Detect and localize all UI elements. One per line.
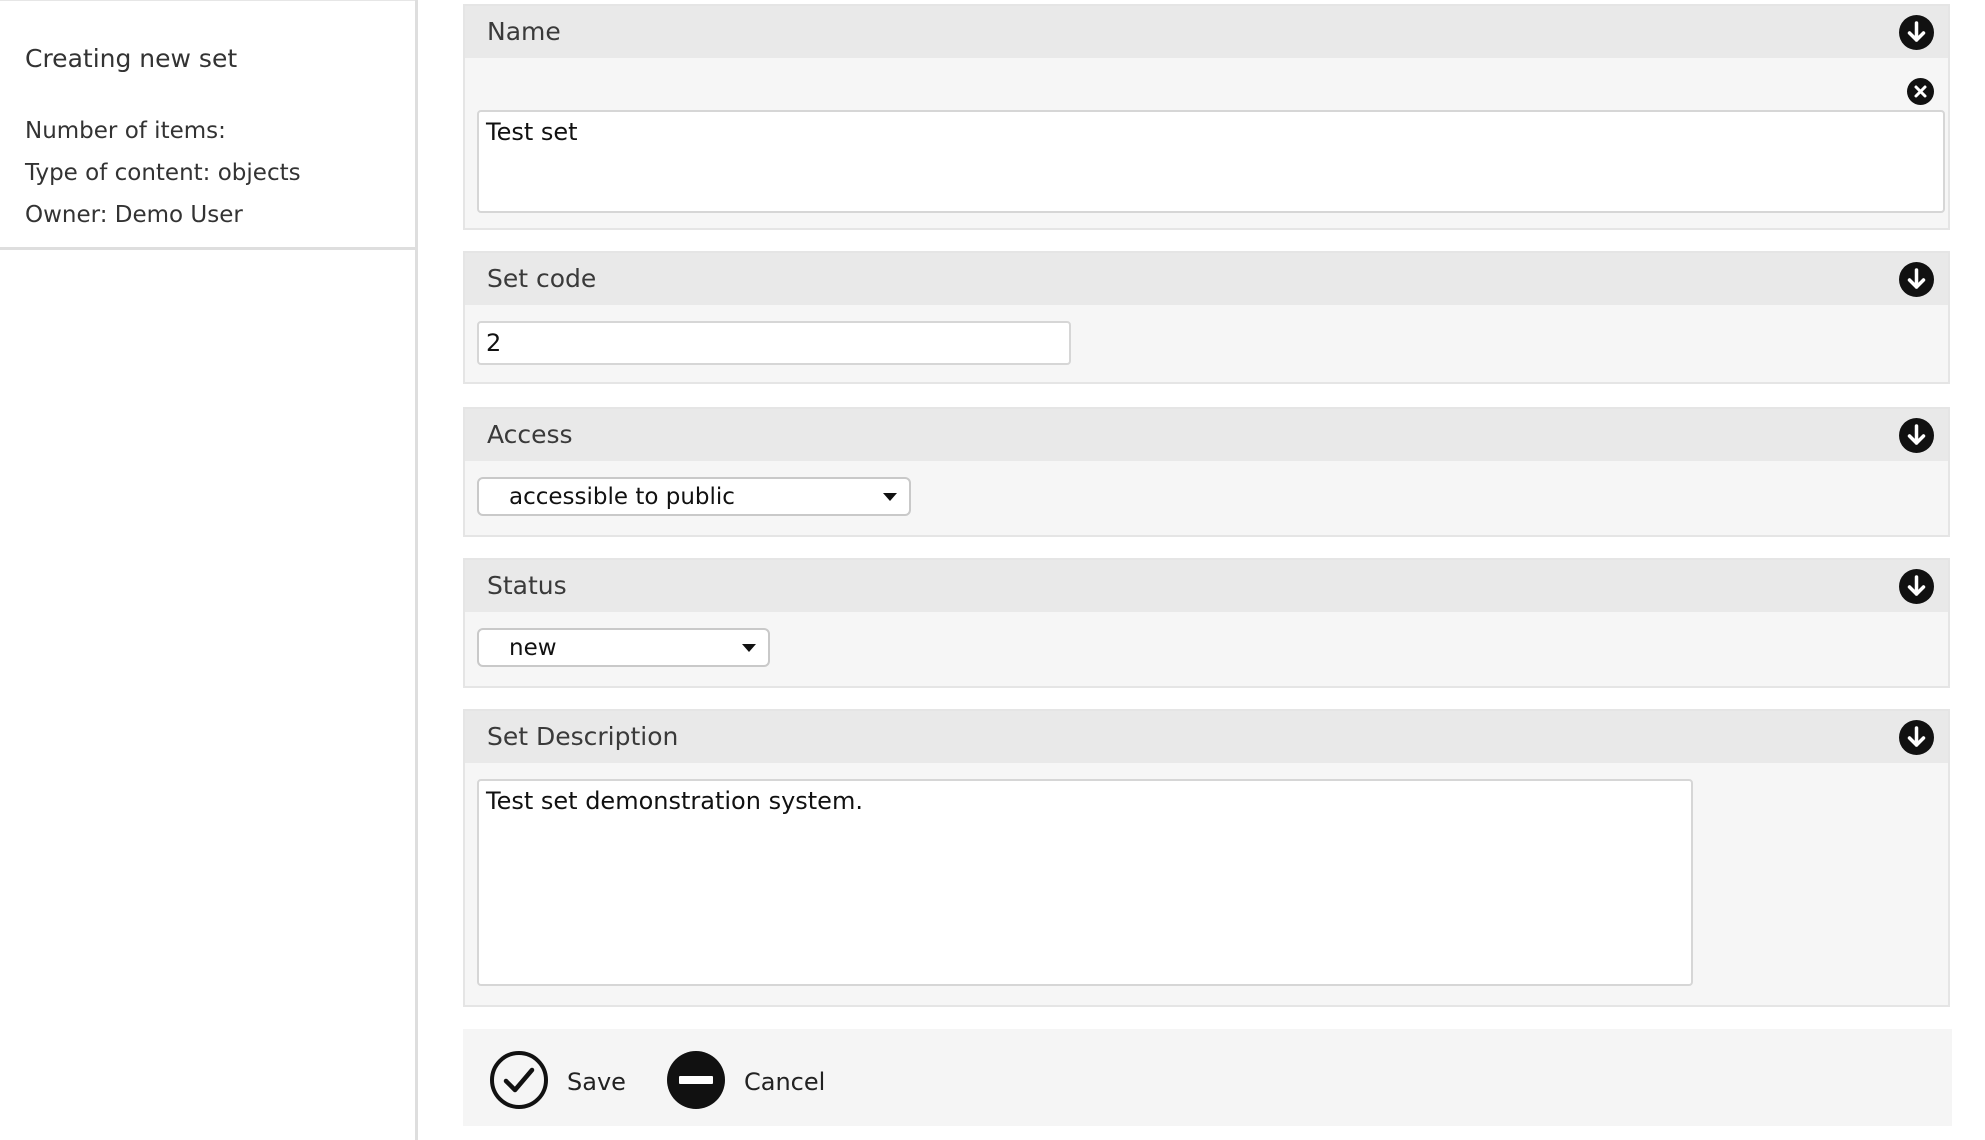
name-label: Name bbox=[487, 17, 561, 46]
access-label: Access bbox=[487, 420, 573, 449]
set-code-label: Set code bbox=[487, 264, 597, 293]
set-description-input[interactable]: Test set demonstration system. bbox=[477, 779, 1693, 986]
sidebar: Creating new set Number of items: Type o… bbox=[0, 0, 418, 1140]
arrow-down-circle-icon[interactable] bbox=[1899, 569, 1934, 604]
status-label: Status bbox=[487, 571, 567, 600]
close-circle-icon[interactable] bbox=[1907, 78, 1934, 105]
arrow-down-circle-icon[interactable] bbox=[1899, 418, 1934, 453]
check-circle-icon bbox=[490, 1051, 548, 1109]
set-code-input[interactable] bbox=[477, 321, 1071, 365]
cancel-button[interactable]: Cancel bbox=[666, 1050, 826, 1110]
save-button[interactable]: Save bbox=[489, 1050, 626, 1110]
access-select[interactable]: accessible to public bbox=[477, 477, 911, 516]
owner: Owner: Demo User bbox=[25, 202, 243, 228]
type-of-content: Type of content: objects bbox=[25, 160, 301, 186]
minus-circle-icon bbox=[667, 1051, 725, 1109]
cancel-label: Cancel bbox=[744, 1068, 826, 1096]
access-panel: Access accessible to public bbox=[463, 407, 1950, 537]
set-code-panel: Set code bbox=[463, 251, 1950, 384]
arrow-down-circle-icon[interactable] bbox=[1899, 15, 1934, 50]
name-input[interactable]: Test set bbox=[477, 110, 1945, 213]
access-selected-value: accessible to public bbox=[509, 484, 735, 510]
status-select[interactable]: new bbox=[477, 628, 770, 667]
arrow-down-circle-icon[interactable] bbox=[1899, 262, 1934, 297]
status-panel: Status new bbox=[463, 558, 1950, 688]
caret-down-icon bbox=[883, 493, 897, 501]
number-of-items: Number of items: bbox=[25, 118, 226, 144]
set-description-panel-header: Set Description bbox=[465, 711, 1948, 763]
arrow-down-circle-icon[interactable] bbox=[1899, 720, 1934, 755]
caret-down-icon bbox=[742, 644, 756, 652]
status-selected-value: new bbox=[509, 635, 557, 661]
name-panel: Name Test set bbox=[463, 4, 1950, 230]
set-description-panel: Set Description Test set demonstration s… bbox=[463, 709, 1950, 1007]
access-panel-header: Access bbox=[465, 409, 1948, 461]
status-panel-header: Status bbox=[465, 560, 1948, 612]
set-info-panel: Creating new set Number of items: Type o… bbox=[0, 0, 415, 250]
page-title: Creating new set bbox=[25, 44, 238, 73]
name-panel-header: Name bbox=[465, 6, 1948, 58]
save-label: Save bbox=[567, 1068, 626, 1096]
set-description-label: Set Description bbox=[487, 722, 679, 751]
set-code-panel-header: Set code bbox=[465, 253, 1948, 305]
form-actions-bar: Save Cancel bbox=[463, 1029, 1952, 1126]
